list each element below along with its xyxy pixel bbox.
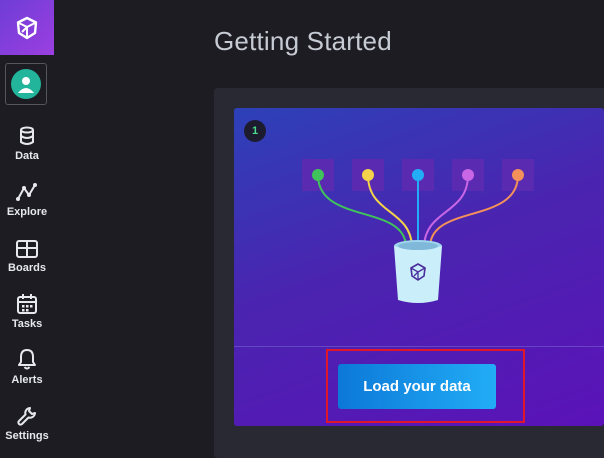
- database-icon: [19, 124, 35, 146]
- sidebar-item-settings[interactable]: Settings: [0, 404, 54, 456]
- logo[interactable]: [0, 0, 54, 55]
- sidebar-item-label: Tasks: [11, 318, 43, 330]
- sidebar-item-label: Data: [15, 150, 39, 162]
- sidebar-item-label: Explore: [6, 206, 48, 218]
- load-your-data-button[interactable]: Load your data: [338, 364, 496, 409]
- sidebar-item-label: Alerts: [11, 374, 43, 386]
- sidebar-item-label: Settings: [5, 430, 49, 442]
- card-divider: [234, 346, 604, 347]
- calendar-icon: [17, 292, 37, 314]
- bell-icon: [18, 348, 36, 370]
- avatar: [11, 69, 41, 99]
- sidebar-item-data[interactable]: Data: [0, 124, 54, 176]
- influxdb-cube-icon: [16, 16, 38, 39]
- sidebar-item-explore[interactable]: Explore: [0, 180, 54, 232]
- load-data-card: 1 Load your data: [234, 108, 604, 426]
- sidebar: Data Explore Boards Tasks Alerts Setting…: [0, 0, 54, 448]
- sidebar-item-tasks[interactable]: Tasks: [0, 292, 54, 344]
- dashboard-grid-icon: [16, 236, 38, 258]
- graph-line-icon: [16, 180, 38, 202]
- user-avatar-button[interactable]: [5, 63, 47, 105]
- sidebar-item-label: Boards: [8, 262, 46, 274]
- page-title: Getting Started: [214, 26, 392, 56]
- user-avatar-icon: [18, 77, 34, 93]
- wrench-icon: [17, 404, 37, 426]
- step-number-badge: 1: [244, 120, 266, 142]
- data-sources-into-bucket-icon: [302, 159, 534, 303]
- sidebar-item-boards[interactable]: Boards: [0, 236, 54, 288]
- sidebar-item-alerts[interactable]: Alerts: [0, 348, 54, 400]
